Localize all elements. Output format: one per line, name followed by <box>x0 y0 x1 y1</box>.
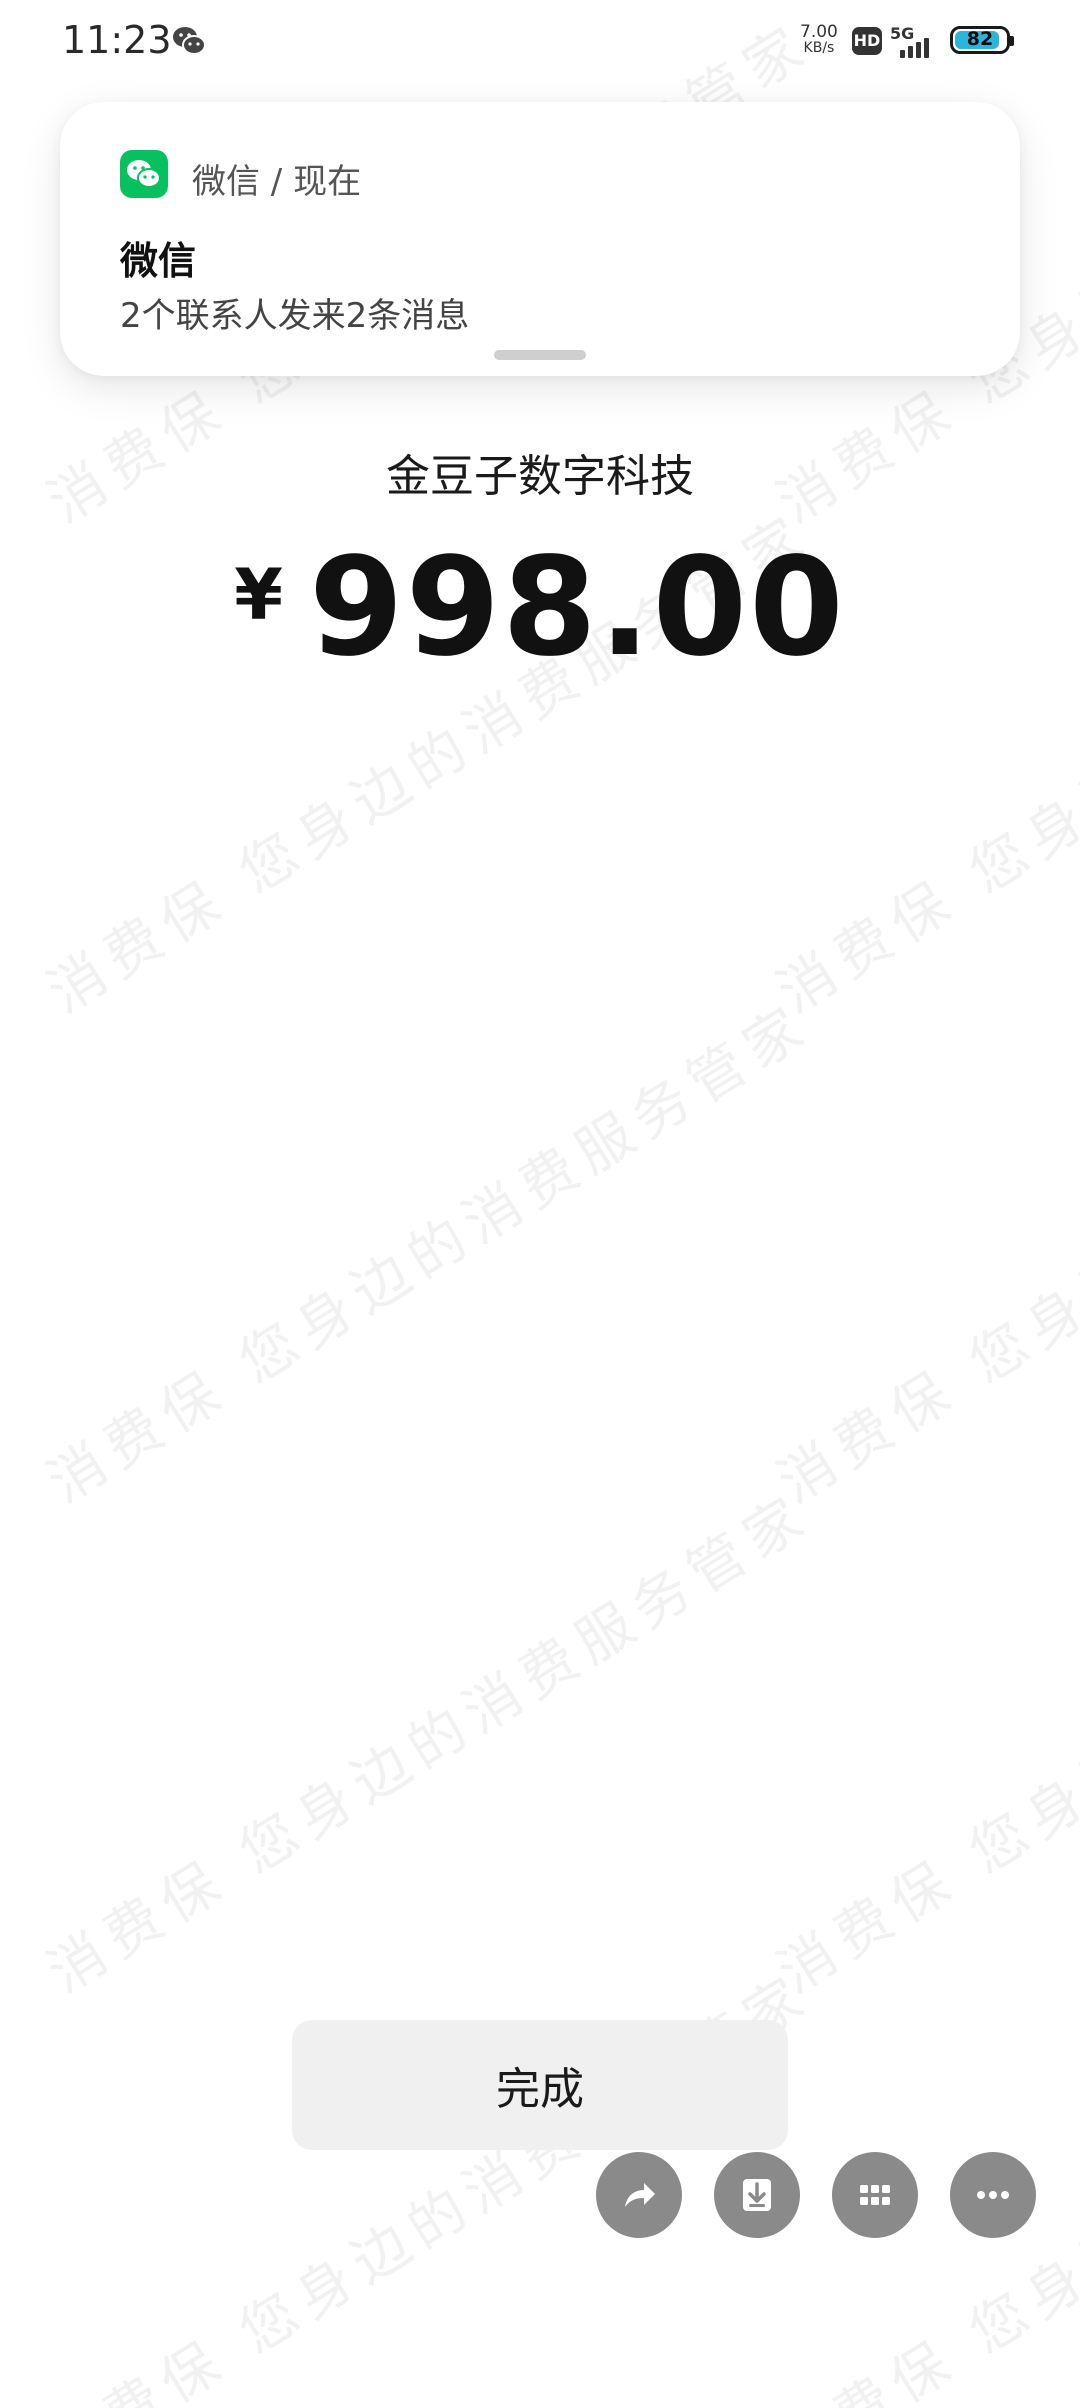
battery-nub <box>1010 36 1014 46</box>
network-speed-value: 7.00 <box>800 22 838 42</box>
notification-body: 2个联系人发来2条消息 <box>120 296 470 336</box>
share-icon <box>625 2183 655 2207</box>
watermark-text: 消费保 您身边的消费服务管家 <box>766 1481 1080 2007</box>
watermark-text: 消费保 您身边的消费服务管家 <box>36 991 823 1517</box>
wechat-app-icon <box>120 150 168 198</box>
watermark-text: 消费保 您身边的消费服务管家 <box>766 991 1080 1517</box>
wechat-status-icon <box>173 27 206 55</box>
amount-value: 998.00 <box>308 529 846 687</box>
notification-drag-handle[interactable] <box>494 350 586 360</box>
currency-symbol: ¥ <box>234 554 283 636</box>
signal-bars <box>900 36 929 58</box>
download-button[interactable] <box>714 2152 800 2238</box>
status-time: 11:23 <box>62 18 172 62</box>
download-icon <box>743 2179 771 2211</box>
notification-app-name: 微信 / 现在 <box>192 162 362 202</box>
status-bar: 11:23 7.00 KB/s HD 5G 82 <box>0 0 1080 90</box>
payment-amount: ¥998.00 <box>0 540 1080 676</box>
apps-button[interactable] <box>832 2152 918 2238</box>
hd-icon: HD <box>852 27 882 55</box>
notification-title: 微信 <box>120 239 197 283</box>
done-button[interactable]: 完成 <box>292 2020 788 2150</box>
signal-icon: 5G <box>890 24 940 58</box>
battery-level: 82 <box>966 28 994 50</box>
network-speed: 7.00 KB/s <box>800 22 838 57</box>
merchant-name: 金豆子数字科技 <box>386 451 694 502</box>
network-speed-unit: KB/s <box>803 40 835 56</box>
more-button[interactable] <box>950 2152 1036 2238</box>
wechat-notification[interactable]: 微信 / 现在 微信 2个联系人发来2条消息 <box>60 102 1020 376</box>
battery-icon: 82 <box>950 26 1014 54</box>
watermark-text: 消费保 您身边的消费服务管家 <box>36 1481 823 2007</box>
share-button[interactable] <box>596 2152 682 2238</box>
more-icon <box>977 2191 1009 2199</box>
grid-icon <box>860 2185 890 2205</box>
